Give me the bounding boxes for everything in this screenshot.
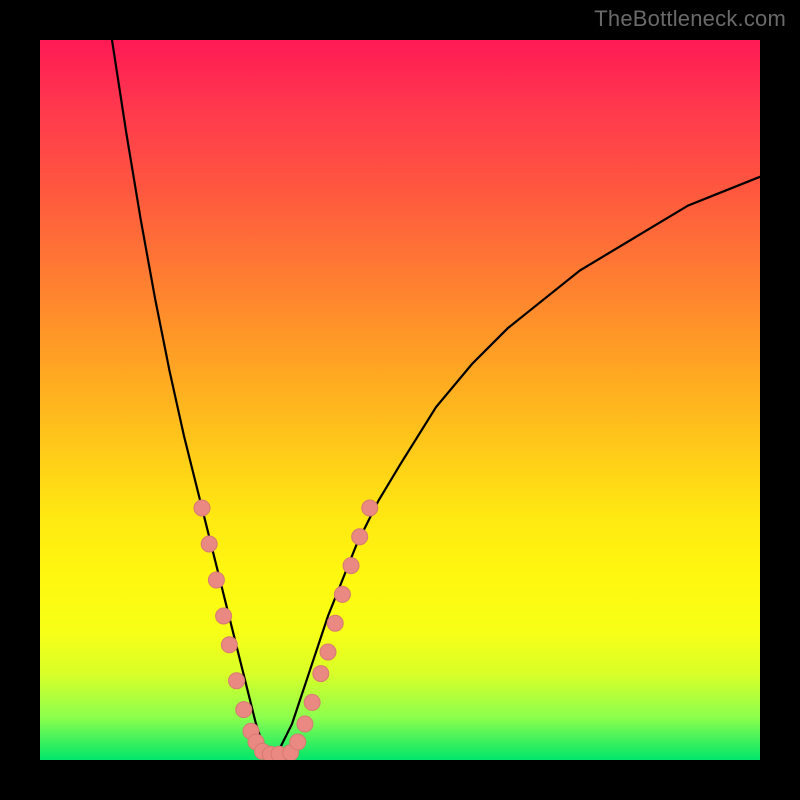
- plot-area: [40, 40, 760, 760]
- marker-point: [362, 500, 378, 516]
- curve-right-branch: [270, 177, 760, 760]
- marker-point: [327, 615, 343, 631]
- curve-left-branch: [112, 40, 270, 760]
- marker-point: [304, 694, 320, 710]
- marker-point: [201, 536, 217, 552]
- marker-point: [334, 586, 350, 602]
- marker-point: [320, 644, 336, 660]
- marker-point: [208, 572, 224, 588]
- marker-point: [236, 702, 252, 718]
- watermark-text: TheBottleneck.com: [594, 6, 786, 32]
- chart-frame: TheBottleneck.com: [0, 0, 800, 800]
- marker-point: [313, 666, 329, 682]
- bottleneck-curve: [112, 40, 760, 760]
- marker-point: [229, 673, 245, 689]
- chart-svg: [40, 40, 760, 760]
- marker-point: [194, 500, 210, 516]
- marker-point: [290, 734, 306, 750]
- marker-point: [216, 608, 232, 624]
- marker-point: [352, 529, 368, 545]
- marker-point: [297, 716, 313, 732]
- marker-point: [343, 558, 359, 574]
- marker-point: [221, 637, 237, 653]
- curve-markers: [194, 500, 378, 760]
